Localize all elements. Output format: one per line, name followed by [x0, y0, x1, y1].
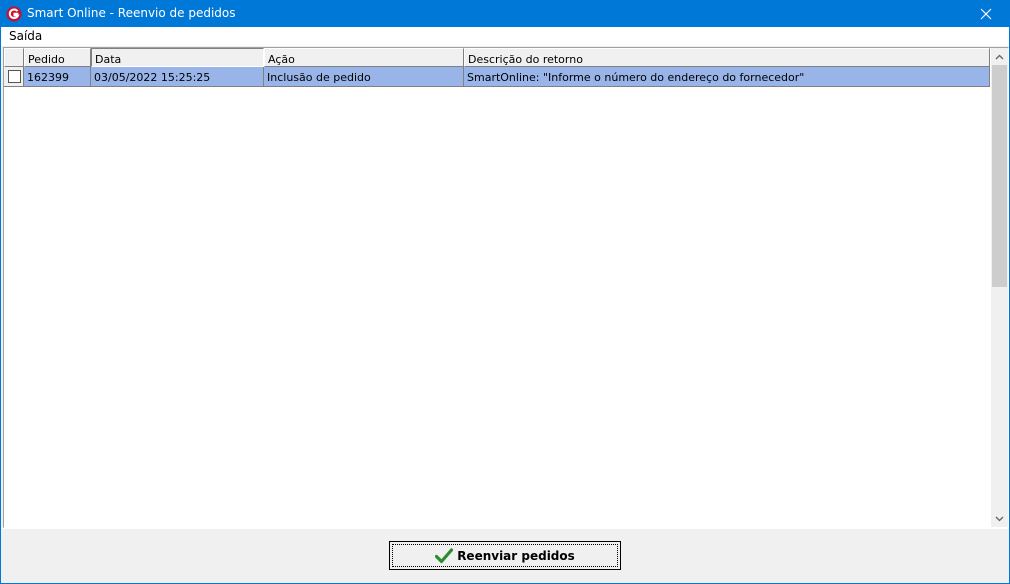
scroll-up-button[interactable]	[991, 48, 1008, 65]
grid-header-row: Pedido Data Ação Descrição do retorno	[4, 48, 990, 67]
header-pedido[interactable]: Pedido	[24, 48, 91, 67]
cell-acao[interactable]: Inclusão de pedido	[264, 67, 464, 87]
reenviar-pedidos-button[interactable]: Reenviar pedidos	[389, 541, 621, 570]
menu-saida[interactable]: Saída	[9, 29, 42, 43]
vertical-scrollbar[interactable]	[991, 48, 1008, 527]
app-logo-icon	[6, 6, 22, 22]
row-checkbox-cell	[4, 67, 24, 87]
header-checkbox-column[interactable]	[4, 48, 24, 67]
header-descricao[interactable]: Descrição do retorno	[464, 48, 990, 67]
header-data[interactable]: Data	[91, 48, 264, 67]
chevron-up-icon	[995, 54, 1004, 59]
reenviar-button-focus: Reenviar pedidos	[392, 544, 618, 567]
chevron-down-icon	[995, 516, 1004, 521]
main-window: Smart Online - Reenvio de pedidos Saída …	[0, 0, 1010, 584]
table-row[interactable]: 162399 03/05/2022 15:25:25 Inclusão de p…	[4, 67, 990, 87]
header-acao[interactable]: Ação	[264, 48, 464, 67]
checkmark-icon	[435, 547, 454, 563]
cell-pedido[interactable]: 162399	[24, 67, 91, 87]
orders-grid: Pedido Data Ação Descrição do retorno 16…	[3, 47, 1009, 528]
bottom-panel: Reenviar pedidos	[2, 528, 1008, 583]
cell-data[interactable]: 03/05/2022 15:25:25	[91, 67, 264, 87]
row-checkbox[interactable]	[8, 70, 21, 83]
grid-content: Pedido Data Ação Descrição do retorno 16…	[4, 48, 990, 527]
menu-bar: Saída	[1, 27, 1009, 46]
scroll-down-button[interactable]	[991, 510, 1008, 527]
close-icon	[980, 8, 992, 20]
scroll-thumb[interactable]	[992, 65, 1007, 287]
title-bar[interactable]: Smart Online - Reenvio de pedidos	[1, 1, 1009, 27]
reenviar-label: Reenviar pedidos	[457, 548, 575, 563]
cell-descricao[interactable]: SmartOnline: "Informe o número do endere…	[464, 67, 990, 87]
window-title: Smart Online - Reenvio de pedidos	[27, 6, 236, 20]
close-button[interactable]	[963, 1, 1009, 27]
